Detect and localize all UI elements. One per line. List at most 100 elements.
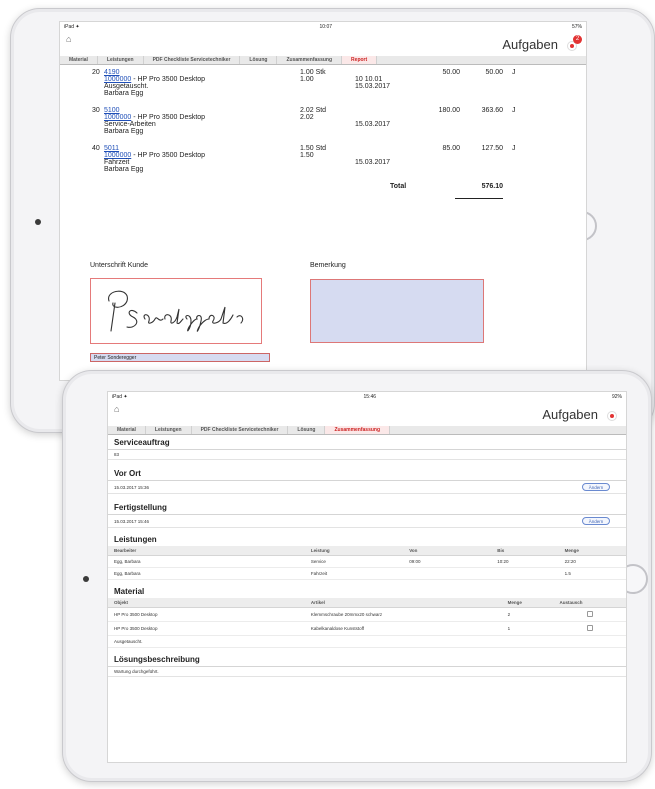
quantity: 1.00 Stk 1.00 xyxy=(300,69,326,83)
clock-label: 15:46 xyxy=(363,394,377,400)
line-description: 5011 1000000 - HP Pro 3500 Desktop Fahrz… xyxy=(104,145,205,173)
status-bar: iPad ✦ 15:46 92% xyxy=(108,392,626,402)
table-row[interactable]: HP Pro 3500 Desktop Klemmschraube 20mmx2… xyxy=(108,607,626,622)
quantity: 2.02 Std 2.02 xyxy=(300,107,327,121)
tab-zusammenfassung[interactable]: Zusammenfassung xyxy=(277,56,343,64)
technician-name: Barbara Egg xyxy=(104,90,144,97)
loesung-value: Wartung durchgeführt. xyxy=(108,667,626,677)
serviceauftrag-value: 83 xyxy=(108,450,626,460)
tab-bar: Material Leistungen PDF Checkliste Servi… xyxy=(108,426,626,435)
article-name: - HP Pro 3500 Desktop xyxy=(131,76,206,83)
column-header: Von xyxy=(403,546,492,556)
status-bar: iPad ✦ 10:07 57% xyxy=(60,22,586,32)
table-row[interactable]: Egg, Barbara Service 09:00 10:20 22:20 xyxy=(108,555,626,568)
reference-date: 10 10.01 15.03.2017 xyxy=(355,76,391,90)
line-text: Service-Arbeiten xyxy=(104,121,156,128)
tab-report[interactable]: Report xyxy=(342,56,378,64)
clock-label: 10:07 xyxy=(319,24,333,30)
report-lines: 20 4190 1000000 - HP Pro 3500 Desktop Au… xyxy=(60,65,586,255)
article-link[interactable]: 1000000 xyxy=(104,152,131,159)
unit-price: 50.00 xyxy=(442,69,460,76)
tab-pdf-checkliste[interactable]: PDF Checkliste Servicetechniker xyxy=(144,56,241,64)
nav-title: Aufgaben xyxy=(502,37,558,52)
position-number: 30 xyxy=(92,107,100,114)
tab-material[interactable]: Material xyxy=(108,426,146,434)
billable-flag: J xyxy=(512,145,516,152)
article-name: - HP Pro 3500 Desktop xyxy=(131,152,206,159)
billable-flag: J xyxy=(512,107,516,114)
signer-name-field[interactable]: Peter Sonderegger xyxy=(90,353,270,362)
line-text: Fahrzeit xyxy=(104,159,130,166)
remark-field[interactable] xyxy=(310,279,484,343)
unit-price: 180.00 xyxy=(438,107,460,114)
austausch-checkbox[interactable] xyxy=(586,611,593,617)
column-header: Objekt xyxy=(108,598,305,608)
tab-zusammenfassung[interactable]: Zusammenfassung xyxy=(325,426,391,434)
column-header: Artikel xyxy=(304,598,502,608)
handwritten-signature xyxy=(108,290,244,332)
battery-label: 57% xyxy=(571,24,582,30)
tab-material[interactable]: Material xyxy=(60,56,98,64)
tab-pdf-checkliste[interactable]: PDF Checkliste Servicetechniker xyxy=(192,426,289,434)
tab-leistungen[interactable]: Leistungen xyxy=(98,56,144,64)
remark-label: Bemerkung xyxy=(310,262,346,269)
fertigstellung-value: 15.03.2017 15:46 Ändern xyxy=(108,515,626,528)
position-number: 20 xyxy=(92,69,100,76)
camera-icon xyxy=(83,576,89,582)
ipad-frame-summary: iPad ✦ 15:46 92% ⌂ Aufgaben Material Lei… xyxy=(62,370,652,782)
carrier-label: iPad ✦ xyxy=(64,24,80,30)
tab-bar: Material Leistungen PDF Checkliste Servi… xyxy=(60,56,586,65)
service-code-link[interactable]: 5100 xyxy=(104,107,120,114)
column-header: Leistung xyxy=(304,546,404,556)
column-header: Bis xyxy=(491,546,559,556)
line-amount: 363.60 xyxy=(481,107,503,114)
material-note: Ausgetauscht. xyxy=(108,635,626,648)
article-link[interactable]: 1000000 xyxy=(104,76,131,83)
line-description: 4190 1000000 - HP Pro 3500 Desktop Ausge… xyxy=(104,69,205,97)
billable-flag: J xyxy=(512,69,516,76)
total-value: 576.10 xyxy=(481,183,503,190)
line-text: Ausgetauscht. xyxy=(104,83,149,90)
section-fertigstellung: Fertigstellung xyxy=(108,500,626,515)
column-header: Menge xyxy=(558,546,626,556)
vor-ort-value: 15.03.2017 15:36 Ändern xyxy=(108,481,626,494)
nav-title: Aufgaben xyxy=(542,407,598,422)
dashboard-icon[interactable]: ⌂ xyxy=(114,404,119,414)
table-row[interactable]: HP Pro 3500 Desktop Kabelkanaldose Kunst… xyxy=(108,621,626,636)
column-header: Austausch xyxy=(553,598,626,608)
reference-date: 15.03.2017 xyxy=(355,159,391,166)
tab-loesung[interactable]: Lösung xyxy=(240,56,278,64)
section-leistungen: Leistungen xyxy=(114,535,157,544)
section-serviceauftrag: Serviceauftrag xyxy=(108,435,626,450)
signature-pad[interactable] xyxy=(90,278,262,344)
service-code-link[interactable]: 4190 xyxy=(104,69,120,76)
section-loesungsbeschreibung: Lösungsbeschreibung xyxy=(108,652,626,667)
section-vor-ort: Vor Ort xyxy=(108,466,626,481)
dashboard-icon[interactable]: ⌂ xyxy=(66,34,71,44)
column-header: Bearbeiter xyxy=(108,546,305,556)
signature-label: Unterschrift Kunde xyxy=(90,262,148,269)
navigation-bar: ⌂ Aufgaben xyxy=(108,402,626,426)
change-vor-ort-button[interactable]: Ändern xyxy=(582,483,610,491)
quantity: 1.50 Std 1.50 xyxy=(300,145,327,159)
tab-leistungen[interactable]: Leistungen xyxy=(146,426,192,434)
section-material: Material xyxy=(114,587,145,596)
line-description: 5100 1000000 - HP Pro 3500 Desktop Servi… xyxy=(104,107,205,135)
screen-report: iPad ✦ 10:07 57% ⌂ Aufgaben 2 Material L… xyxy=(59,21,587,381)
carrier-label: iPad ✦ xyxy=(112,394,128,400)
navigation-bar: ⌂ Aufgaben 2 xyxy=(60,32,586,56)
article-link[interactable]: 1000000 xyxy=(104,114,131,121)
line-amount: 127.50 xyxy=(481,145,503,152)
leistungen-table: Bearbeiter Leistung Von Bis Menge Egg, B… xyxy=(108,546,626,580)
reference-date: 15.03.2017 xyxy=(355,121,391,128)
notification-badge: 2 xyxy=(573,35,582,44)
unit-price: 85.00 xyxy=(442,145,460,152)
service-code-link[interactable]: 5011 xyxy=(104,145,119,152)
austausch-checkbox[interactable] xyxy=(586,625,593,631)
record-icon[interactable] xyxy=(607,411,617,421)
technician-name: Barbara Egg xyxy=(104,128,144,135)
tab-loesung[interactable]: Lösung xyxy=(288,426,326,434)
table-row[interactable]: Egg, Barbara Fahrzeit 1.5 xyxy=(108,567,626,580)
change-fertigstellung-button[interactable]: Ändern xyxy=(582,517,610,525)
position-number: 40 xyxy=(92,145,100,152)
